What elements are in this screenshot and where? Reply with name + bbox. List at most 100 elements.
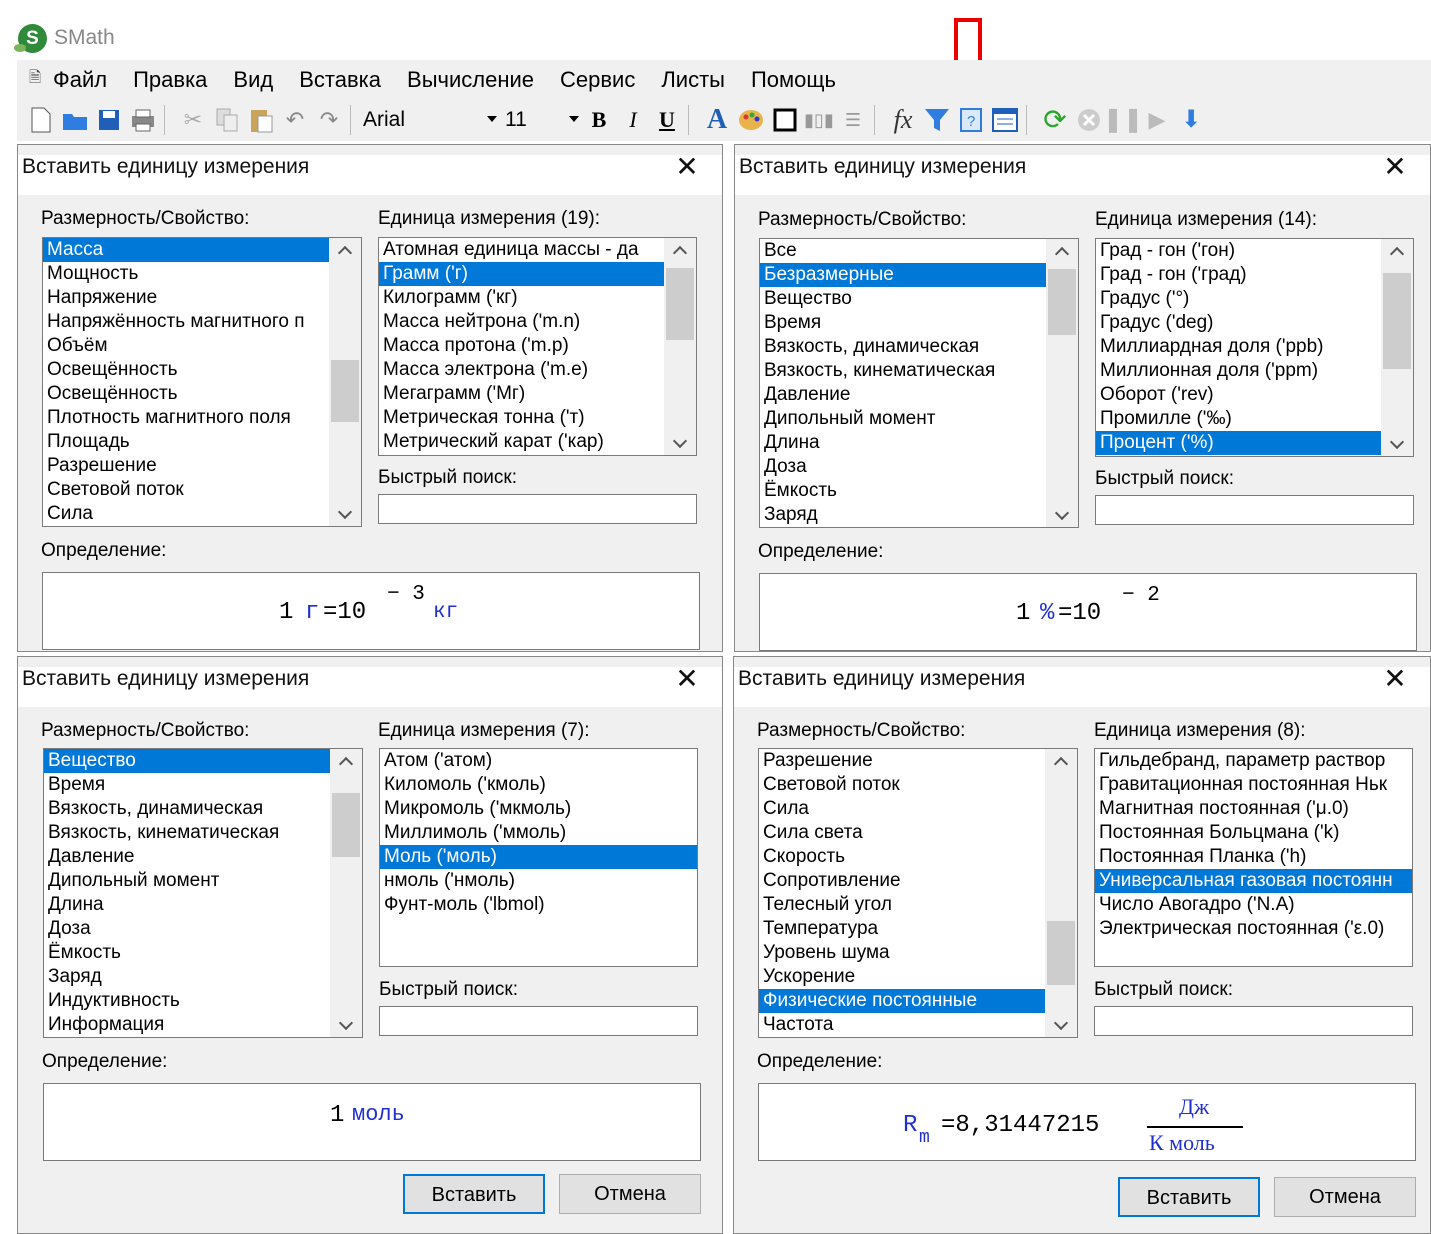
dimension-list[interactable]: Вещество Время Вязкость, динамическая Вязко…	[43, 748, 363, 1038]
align-horizontal-icon[interactable]: ▮▯▮	[803, 104, 835, 136]
list-item[interactable]: Уровень шума	[759, 941, 1045, 965]
close-icon[interactable]: ✕	[1380, 662, 1410, 695]
list-item[interactable]: Метрическая тонна ('т)	[379, 406, 664, 430]
text-color-icon[interactable]: A	[701, 104, 733, 136]
insert-button[interactable]: Вставить	[403, 1174, 545, 1214]
close-icon[interactable]: ✕	[672, 662, 702, 695]
font-family-select[interactable]: Arial	[363, 104, 501, 136]
chevron-up-icon[interactable]	[664, 240, 696, 264]
scrollbar[interactable]	[1381, 239, 1413, 456]
matrix-icon[interactable]	[989, 104, 1021, 136]
list-item[interactable]: Все	[760, 239, 1046, 263]
list-item[interactable]: Оборот ('rev)	[1096, 383, 1381, 407]
scrollbar[interactable]	[1046, 239, 1078, 527]
list-item[interactable]: Град - гон ('град)	[1096, 263, 1381, 287]
list-item[interactable]: Напряжённость магнитного п	[43, 310, 329, 334]
list-item[interactable]: Градус ('°)	[1096, 287, 1381, 311]
list-item[interactable]: Масса нейтрона ('m.n)	[379, 310, 664, 334]
list-item[interactable]: Сила света	[759, 821, 1045, 845]
chevron-down-icon[interactable]	[1381, 430, 1413, 454]
list-item[interactable]: Вязкость, кинематическая	[760, 359, 1046, 383]
menu-insert[interactable]: Вставка	[299, 67, 381, 93]
scrollbar[interactable]	[329, 238, 361, 526]
list-item[interactable]: Гравитационная постоянная Ньк	[1095, 773, 1412, 797]
list-item[interactable]: Частота	[759, 1013, 1045, 1037]
align-vertical-icon[interactable]: ☰	[837, 104, 869, 136]
list-item[interactable]: Постоянная Планка ('h)	[1095, 845, 1412, 869]
search-input[interactable]	[1095, 495, 1414, 525]
list-item[interactable]: Масса	[43, 238, 329, 262]
list-item[interactable]: Сила	[43, 502, 329, 526]
menu-sheets[interactable]: Листы	[661, 67, 725, 93]
list-item[interactable]: Дипольный момент	[44, 869, 330, 893]
stop-icon[interactable]	[1073, 104, 1105, 136]
list-item[interactable]: Мощность	[43, 262, 329, 286]
list-item[interactable]: Дипольный момент	[760, 407, 1046, 431]
list-item[interactable]: Атомная единица массы - да	[379, 238, 664, 262]
list-item[interactable]: Процент ('%)	[1096, 431, 1381, 455]
undo-icon[interactable]: ↶	[279, 104, 311, 136]
list-item[interactable]: Масса электрона ('m.e)	[379, 358, 664, 382]
list-item[interactable]: Магнитная постоянная ('μ.0)	[1095, 797, 1412, 821]
list-item[interactable]: Время	[44, 773, 330, 797]
unit-list[interactable]: Гильдебранд, параметр раствор Гравитацион…	[1094, 748, 1413, 967]
list-item[interactable]: Заряд	[760, 503, 1046, 527]
chevron-down-icon[interactable]	[664, 429, 696, 453]
list-item[interactable]: Электрическая постоянная ('ε.0)	[1095, 917, 1412, 941]
close-icon[interactable]: ✕	[1380, 150, 1410, 183]
list-item[interactable]: Град - гон ('гон)	[1096, 239, 1381, 263]
chevron-down-icon[interactable]	[1045, 1011, 1077, 1035]
scroll-thumb[interactable]	[332, 793, 360, 857]
function-button[interactable]: fx	[887, 104, 919, 136]
list-item[interactable]: Время	[760, 311, 1046, 335]
unit-list[interactable]: Атомная единица массы - да Грамм ('г) Кило…	[378, 237, 697, 456]
italic-button[interactable]: I	[617, 104, 649, 136]
list-item[interactable]: нмоль ('нмоль)	[380, 869, 697, 893]
list-item[interactable]: Атом ('атом)	[380, 749, 697, 773]
list-item[interactable]: Универсальная газовая постоянн	[1095, 869, 1412, 893]
underline-button[interactable]: U	[651, 104, 683, 136]
list-item[interactable]: Метрический карат ('кар)	[379, 430, 664, 454]
unit-list[interactable]: Град - гон ('гон) Град - гон ('град) Граду…	[1095, 238, 1414, 457]
list-item[interactable]: Световой поток	[759, 773, 1045, 797]
chevron-down-icon[interactable]	[330, 1011, 362, 1035]
list-item[interactable]: Телесный угол	[759, 893, 1045, 917]
scrollbar[interactable]	[1045, 749, 1077, 1037]
list-item[interactable]: Разрешение	[759, 749, 1045, 773]
print-icon[interactable]	[127, 104, 159, 136]
list-item[interactable]: Грамм ('г)	[379, 262, 664, 286]
list-item[interactable]: Сила	[759, 797, 1045, 821]
menu-view[interactable]: Вид	[233, 67, 273, 93]
menu-calculate[interactable]: Вычисление	[407, 67, 534, 93]
list-item[interactable]: Объём	[43, 334, 329, 358]
list-item[interactable]: Фунт-моль ('lbmol)	[380, 893, 697, 917]
recalculate-icon[interactable]: ⟳	[1039, 104, 1071, 136]
search-input[interactable]	[1094, 1006, 1413, 1036]
paste-icon[interactable]	[245, 104, 277, 136]
list-item[interactable]: Килограмм ('кг)	[379, 286, 664, 310]
list-item[interactable]: Физические постоянные	[759, 989, 1045, 1013]
close-icon[interactable]: ✕	[672, 150, 702, 183]
chevron-up-icon[interactable]	[1045, 751, 1077, 775]
redo-icon[interactable]: ↷	[313, 104, 345, 136]
list-item[interactable]: Ускорение	[759, 965, 1045, 989]
insert-button[interactable]: Вставить	[1118, 1177, 1260, 1217]
list-item[interactable]: Площадь	[43, 430, 329, 454]
menu-file[interactable]: Файл	[53, 67, 107, 93]
palette-icon[interactable]	[735, 104, 767, 136]
new-document-icon[interactable]	[25, 104, 57, 136]
scrollbar[interactable]	[664, 238, 696, 455]
list-item[interactable]: Информация	[44, 1013, 330, 1037]
list-item[interactable]: Доза	[760, 455, 1046, 479]
search-input[interactable]	[379, 1006, 698, 1036]
list-item[interactable]: Моль ('моль)	[380, 845, 697, 869]
dimension-list[interactable]: Масса Мощность Напряжение Напряжённость маг…	[42, 237, 362, 527]
chevron-up-icon[interactable]	[329, 240, 361, 264]
list-item[interactable]: Температура	[759, 917, 1045, 941]
chevron-up-icon[interactable]	[330, 751, 362, 775]
list-item[interactable]: Плотность магнитного поля	[43, 406, 329, 430]
list-item[interactable]: Вязкость, динамическая	[44, 797, 330, 821]
list-item[interactable]: Скорость	[759, 845, 1045, 869]
copy-icon[interactable]	[211, 104, 243, 136]
unit-list[interactable]: Атом ('атом) Киломоль ('кмоль) Микромоль (…	[379, 748, 698, 967]
